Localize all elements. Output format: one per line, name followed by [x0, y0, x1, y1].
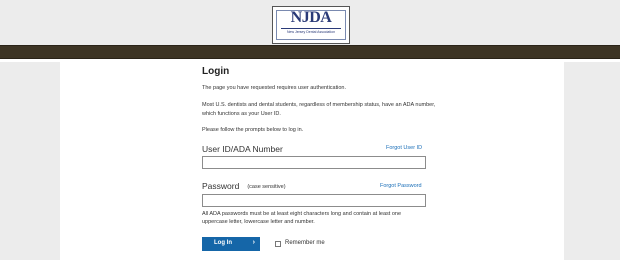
logo-rule [281, 28, 341, 29]
page-title: Login [202, 66, 230, 77]
password-input[interactable] [202, 194, 426, 207]
logo-subtitle: New Jersey Dental Association [286, 30, 336, 34]
password-rules: All ADA passwords must be at least eight… [202, 211, 402, 225]
remember-me-label[interactable]: Remember me [285, 240, 325, 246]
login-prompt: Please follow the prompts below to log i… [202, 127, 304, 133]
forgot-user-id-link[interactable]: Forgot User ID [386, 145, 422, 151]
arrow-right-icon: › [252, 239, 255, 246]
password-label-row: Password (case sensitive) [202, 181, 286, 191]
auth-message: The page you have requested requires use… [202, 85, 347, 91]
password-case-note: (case sensitive) [247, 184, 286, 190]
njda-logo[interactable]: NJDA New Jersey Dental Association [272, 6, 350, 44]
login-button-label: Log In [214, 240, 232, 246]
user-id-label: User ID/ADA Number [202, 144, 283, 154]
login-panel: Login The page you have requested requir… [60, 62, 564, 260]
forgot-password-link[interactable]: Forgot Password [380, 183, 422, 189]
password-label: Password [202, 181, 240, 191]
header-bar [0, 45, 620, 59]
user-id-input[interactable] [202, 156, 426, 169]
logo-text: NJDA [290, 9, 332, 26]
ada-info-text: Most U.S. dentists and dental students, … [202, 102, 436, 117]
remember-me-checkbox[interactable] [275, 241, 281, 247]
login-button[interactable]: Log In › [202, 237, 260, 251]
